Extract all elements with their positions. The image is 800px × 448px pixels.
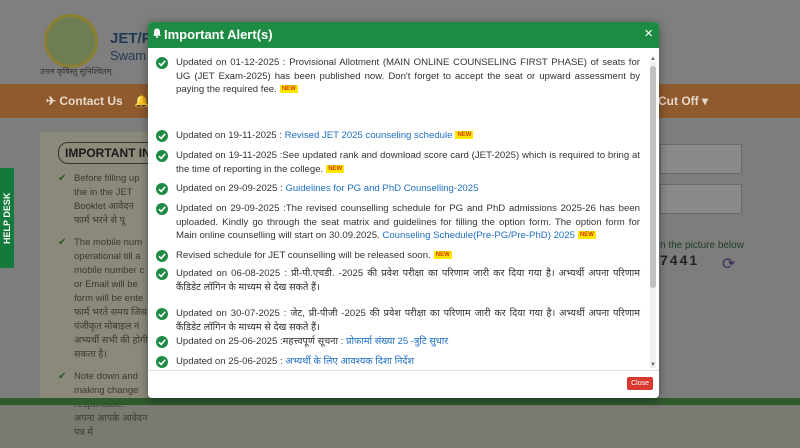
info-point: The mobile num operational till a mobile…: [58, 236, 148, 362]
close-button[interactable]: Close: [627, 377, 653, 390]
check-circle-icon: [156, 57, 168, 69]
alert-message: Updated on 25-06-2025 :: [176, 356, 286, 367]
new-badge: NEW: [577, 231, 596, 240]
alert-item: Updated on 29-09-2025 :The revised couns…: [156, 202, 640, 243]
new-badge: NEW: [455, 131, 474, 140]
nav-bell-icon[interactable]: 🔔: [134, 94, 149, 108]
check-circle-icon: [156, 250, 168, 262]
alert-item: Updated on 25-06-2025 : अभ्यर्थी के लिए …: [156, 355, 640, 369]
important-alerts-modal: Important Alert(s) × Updated on 01-12-20…: [148, 22, 659, 398]
alert-message: Updated on 06-08-2025 : प्री-पी.एचडी. -2…: [176, 268, 640, 293]
alert-text: Updated on 30-07-2025 : जेट, प्री-पीजी -…: [176, 307, 640, 334]
modal-footer-divider: [148, 370, 659, 371]
close-icon[interactable]: ×: [644, 25, 653, 42]
nav-cut-off[interactable]: Cut Off ▾: [658, 94, 708, 108]
alert-message: Revised schedule for JET counselling wil…: [176, 250, 431, 261]
alert-item: Updated on 19-11-2025 : Revised JET 2025…: [156, 129, 640, 143]
alert-text: Revised schedule for JET counselling wil…: [176, 249, 640, 263]
alert-link[interactable]: Counseling Schedule(Pre-PG/Pre-PhD) 2025: [382, 230, 575, 241]
alert-link[interactable]: Guidelines for PG and PhD Counselling-20…: [285, 183, 478, 194]
alert-text: Updated on 01-12-2025 : Provisional Allo…: [176, 56, 640, 97]
alert-message: Updated on 19-11-2025 :: [176, 130, 285, 141]
alert-message: Updated on 25-06-2025 :महत्त्वपूर्ण सूचन…: [176, 336, 346, 347]
modal-header: Important Alert(s) ×: [148, 22, 659, 48]
alert-text: Updated on 29-09-2025 :The revised couns…: [176, 202, 640, 243]
check-circle-icon: [156, 356, 168, 368]
alerts-list: Updated on 01-12-2025 : Provisional Allo…: [148, 48, 648, 370]
nav-contact-label: Contact Us: [59, 94, 123, 108]
new-badge: NEW: [326, 164, 345, 173]
refresh-captcha-icon[interactable]: ⟳: [722, 254, 735, 274]
alert-item: Updated on 25-06-2025 :महत्त्वपूर्ण सूचन…: [156, 335, 640, 349]
modal-title: Important Alert(s): [164, 27, 273, 42]
scroll-down-arrow[interactable]: ▼: [650, 362, 656, 368]
captcha-label: n the picture below: [660, 240, 744, 251]
captcha-image: 7441: [660, 252, 700, 268]
check-circle-icon: [156, 336, 168, 348]
alert-message: Updated on 29-09-2025 :: [176, 183, 286, 194]
important-info-list: Before filling up the in the JET Booklet…: [56, 172, 148, 448]
bell-icon: [153, 28, 161, 38]
logo-motto: उत्तम कृषिस्तु सुनिश्चितम्: [40, 67, 112, 76]
alert-item: Updated on 06-08-2025 : प्री-पी.एचडी. -2…: [156, 267, 640, 294]
info-point: Before filling up the in the JET Booklet…: [58, 172, 148, 228]
alert-item: Updated on 30-07-2025 : जेट, प्री-पीजी -…: [156, 307, 640, 334]
alert-link[interactable]: प्रोफार्मा संख्या 25 -त्रुटि सुधार: [346, 336, 448, 347]
alert-text: Updated on 19-11-2025 :See updated rank …: [176, 149, 640, 176]
alert-item: Updated on 19-11-2025 :See updated rank …: [156, 149, 640, 176]
alert-item: Updated on 29-09-2025 : Guidelines for P…: [156, 182, 640, 196]
check-circle-icon: [156, 308, 168, 320]
check-circle-icon: [156, 183, 168, 195]
check-circle-icon: [156, 203, 168, 215]
new-badge: NEW: [279, 85, 298, 94]
alert-link[interactable]: अभ्यर्थी के लिए आवश्यक दिशा निर्देश: [285, 356, 414, 367]
alert-item: Updated on 01-12-2025 : Provisional Allo…: [156, 56, 640, 97]
info-point: Note down and making change responsible.…: [58, 370, 148, 440]
scrollbar-thumb[interactable]: [650, 66, 656, 288]
alert-message: Updated on 01-12-2025 : Provisional Allo…: [176, 57, 640, 95]
alert-message: Updated on 30-07-2025 : जेट, प्री-पीजी -…: [176, 308, 640, 333]
alert-message: Updated on 19-11-2025 :See updated rank …: [176, 150, 640, 175]
alert-item: Revised schedule for JET counselling wil…: [156, 249, 640, 263]
alert-text: Updated on 29-09-2025 : Guidelines for P…: [176, 182, 640, 196]
alert-text: Updated on 25-06-2025 : अभ्यर्थी के लिए …: [176, 355, 640, 369]
login-id-input[interactable]: [660, 144, 742, 174]
alert-text: Updated on 06-08-2025 : प्री-पी.एचडी. -2…: [176, 267, 640, 294]
alert-text: Updated on 25-06-2025 :महत्त्वपूर्ण सूचन…: [176, 335, 640, 349]
nav-cutoff-label: Cut Off: [658, 94, 699, 108]
site-subtitle: Swam: [110, 48, 147, 63]
page-footer: [0, 398, 800, 405]
password-input[interactable]: [660, 184, 742, 214]
important-info-title: IMPORTANT IN: [58, 142, 158, 164]
check-circle-icon: [156, 130, 168, 142]
new-badge: NEW: [433, 251, 452, 260]
university-logo: [44, 14, 98, 68]
nav-contact-us[interactable]: ✈ Contact Us: [46, 94, 123, 108]
check-circle-icon: [156, 150, 168, 162]
alert-text: Updated on 19-11-2025 : Revised JET 2025…: [176, 129, 640, 143]
check-circle-icon: [156, 268, 168, 280]
help-desk-tab[interactable]: HELP DESK: [0, 168, 14, 268]
alert-link[interactable]: Revised JET 2025 counseling schedule: [285, 130, 453, 141]
